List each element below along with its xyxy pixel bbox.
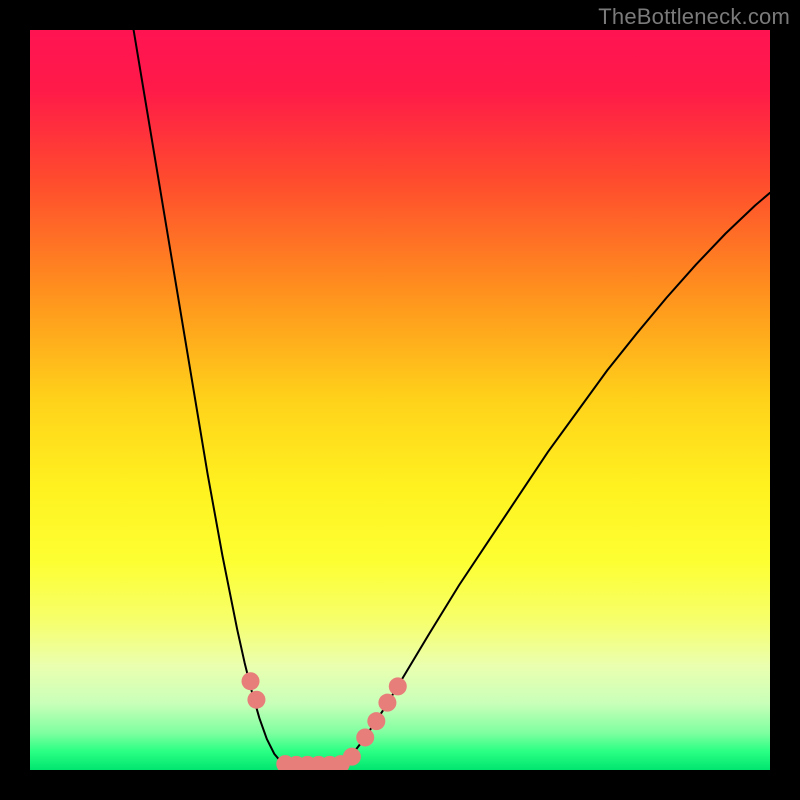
highlight-dot bbox=[356, 728, 374, 746]
chart-svg bbox=[30, 30, 770, 770]
gradient-background bbox=[30, 30, 770, 770]
outer-frame: TheBottleneck.com bbox=[0, 0, 800, 800]
highlight-dot bbox=[247, 691, 265, 709]
highlight-dot bbox=[378, 694, 396, 712]
highlight-dot bbox=[367, 712, 385, 730]
highlight-dot bbox=[242, 672, 260, 690]
highlight-dot bbox=[389, 677, 407, 695]
plot-area bbox=[30, 30, 770, 770]
highlight-dot bbox=[343, 748, 361, 766]
watermark-label: TheBottleneck.com bbox=[598, 4, 790, 30]
